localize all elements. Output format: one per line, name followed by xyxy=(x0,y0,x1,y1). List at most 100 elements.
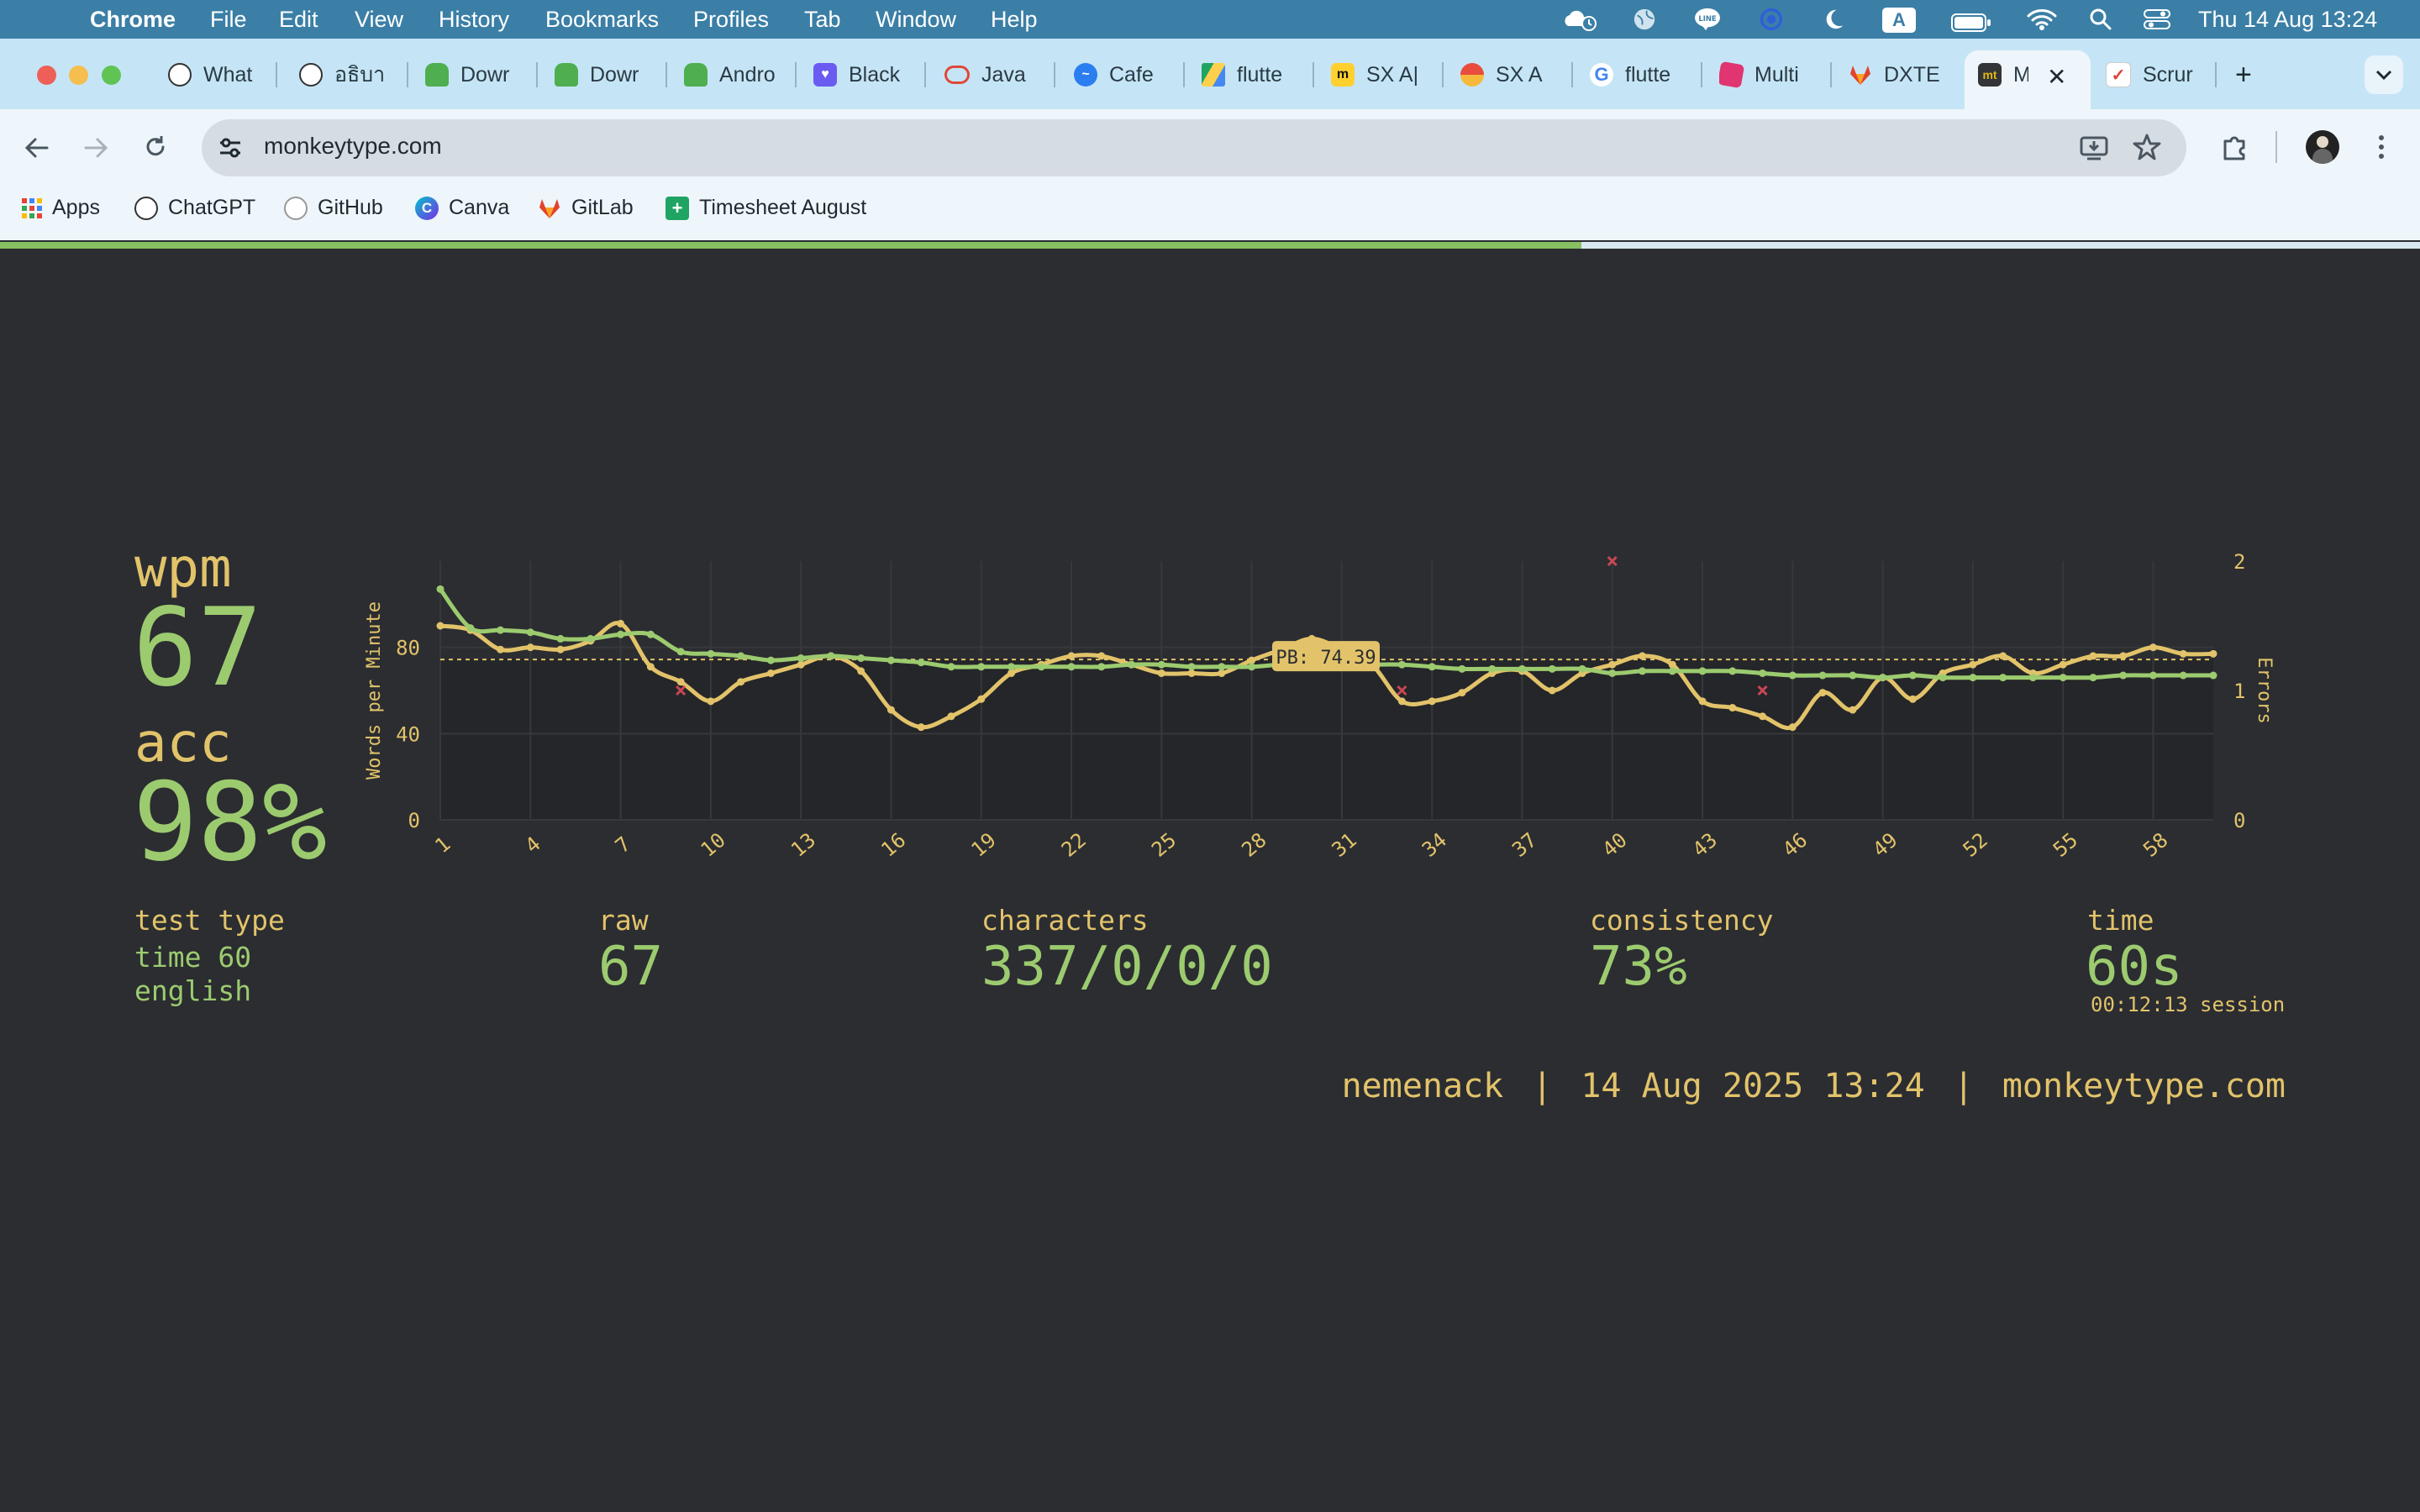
series-point-raw xyxy=(1248,663,1256,671)
footer-separator: | xyxy=(1953,1067,1974,1105)
y-axis-tick-label: 80 xyxy=(396,637,420,660)
series-point-wpm xyxy=(497,645,505,654)
x-axis-tick-label: 25 xyxy=(1147,828,1181,862)
time-value[interactable]: 60s xyxy=(2086,936,2183,998)
raw-value[interactable]: 67 xyxy=(598,936,663,998)
series-point-wpm xyxy=(1818,689,1827,697)
x-axis-tick-label: 43 xyxy=(1688,828,1722,862)
characters-label: characters xyxy=(981,904,1149,937)
series-point-wpm xyxy=(1397,697,1406,706)
series-point-raw xyxy=(1608,669,1617,677)
y2-axis-tick-label: 1 xyxy=(2233,680,2245,703)
wpm-chart[interactable]: 040800121 4 7 10 13 16 19 22 25 28 31 34 37 40 43 46 49 5… xyxy=(0,0,2420,924)
characters-value[interactable]: 337/0/0/0 xyxy=(981,936,1273,998)
series-point-wpm xyxy=(617,619,625,627)
x-axis-tick-label: 31 xyxy=(1328,828,1361,862)
series-point-raw xyxy=(1518,664,1526,673)
series-point-raw xyxy=(737,652,745,660)
series-point-raw xyxy=(1578,664,1586,673)
series-point-wpm xyxy=(857,667,865,675)
series-point-raw xyxy=(2149,671,2157,680)
series-point-wpm xyxy=(1187,669,1196,677)
series-point-raw xyxy=(2119,671,2128,680)
test-type-label: test type xyxy=(134,904,285,937)
series-point-raw xyxy=(1218,663,1226,671)
series-point-raw xyxy=(1668,667,1676,675)
x-axis-tick-label: 22 xyxy=(1057,828,1091,862)
series-point-raw xyxy=(1879,674,1887,682)
series-point-raw xyxy=(466,624,475,633)
series-point-raw xyxy=(1698,667,1707,675)
x-axis-tick-label: 58 xyxy=(2139,828,2172,862)
footer-date: 14 Aug 2025 13:24 xyxy=(1581,1067,1925,1105)
series-point-raw xyxy=(977,663,986,671)
series-point-raw xyxy=(1097,663,1106,671)
y2-axis-tick-label: 0 xyxy=(2233,809,2245,832)
series-point-raw xyxy=(1397,660,1406,669)
series-point-wpm xyxy=(1067,652,1076,660)
session-time: 00:12:13 session xyxy=(2091,993,2286,1016)
series-point-wpm xyxy=(1428,697,1436,706)
y2-axis-tick-label: 2 xyxy=(2233,550,2245,574)
series-point-wpm xyxy=(737,678,745,686)
series-point-raw xyxy=(1939,674,1947,682)
series-point-raw xyxy=(646,630,655,638)
x-axis-tick-label: 1 xyxy=(430,832,455,858)
series-point-raw xyxy=(917,659,925,667)
series-point-wpm xyxy=(1969,660,1977,669)
series-point-raw xyxy=(886,656,895,664)
series-point-wpm xyxy=(1608,660,1617,669)
x-axis-tick-label: 40 xyxy=(1598,828,1632,862)
x-axis-tick-label: 55 xyxy=(2049,828,2082,862)
series-point-wpm xyxy=(2059,660,2067,669)
series-point-raw xyxy=(1128,660,1136,669)
series-point-raw xyxy=(1037,663,1045,671)
series-point-raw xyxy=(497,626,505,634)
series-point-wpm xyxy=(1908,695,1917,703)
series-point-raw xyxy=(2089,674,2097,682)
series-point-raw xyxy=(1759,669,1767,677)
series-point-wpm xyxy=(977,695,986,703)
footer-site[interactable]: monkeytype.com xyxy=(2002,1067,2286,1105)
series-point-raw xyxy=(587,634,595,643)
series-point-raw xyxy=(1818,671,1827,680)
x-axis-tick-label: 13 xyxy=(786,828,820,862)
series-point-wpm xyxy=(1218,669,1226,677)
series-point-wpm xyxy=(1548,686,1556,695)
series-point-wpm xyxy=(526,643,534,652)
series-point-raw xyxy=(947,663,955,671)
series-point-wpm xyxy=(2149,643,2157,652)
y-axis-title: Words per Minute xyxy=(364,601,385,780)
series-point-raw xyxy=(766,656,775,664)
series-point-raw xyxy=(1067,663,1076,671)
test-type-language[interactable]: english xyxy=(134,974,251,1007)
series-point-raw xyxy=(857,654,865,662)
x-axis-tick-label: 52 xyxy=(1959,828,1992,862)
series-point-raw xyxy=(1488,664,1497,673)
footer-username[interactable]: nemenack xyxy=(1342,1067,1504,1105)
series-point-wpm xyxy=(556,645,565,654)
series-point-wpm xyxy=(886,706,895,714)
series-point-wpm xyxy=(2119,652,2128,660)
series-point-wpm xyxy=(1728,704,1737,712)
x-axis-tick-label: 7 xyxy=(611,832,635,858)
series-point-wpm xyxy=(1849,706,1857,714)
consistency-label: consistency xyxy=(1590,904,1774,937)
footer-separator: | xyxy=(1532,1067,1553,1105)
consistency-value[interactable]: 73% xyxy=(1590,936,1687,998)
series-point-raw xyxy=(526,628,534,637)
series-point-raw xyxy=(1157,660,1165,669)
series-point-wpm xyxy=(947,712,955,721)
series-point-wpm xyxy=(797,660,805,669)
series-point-wpm xyxy=(1639,652,1647,660)
series-point-raw xyxy=(827,652,835,660)
y-axis-tick-label: 40 xyxy=(396,722,420,746)
series-point-raw xyxy=(1908,671,1917,680)
series-point-raw xyxy=(2179,671,2187,680)
test-type-mode[interactable]: time 60 xyxy=(134,941,251,974)
series-point-wpm xyxy=(1458,689,1466,697)
series-point-raw xyxy=(1548,664,1556,673)
series-point-wpm xyxy=(2179,649,2187,658)
time-label: time xyxy=(2087,904,2154,937)
y-axis-tick-label: 0 xyxy=(408,809,420,832)
